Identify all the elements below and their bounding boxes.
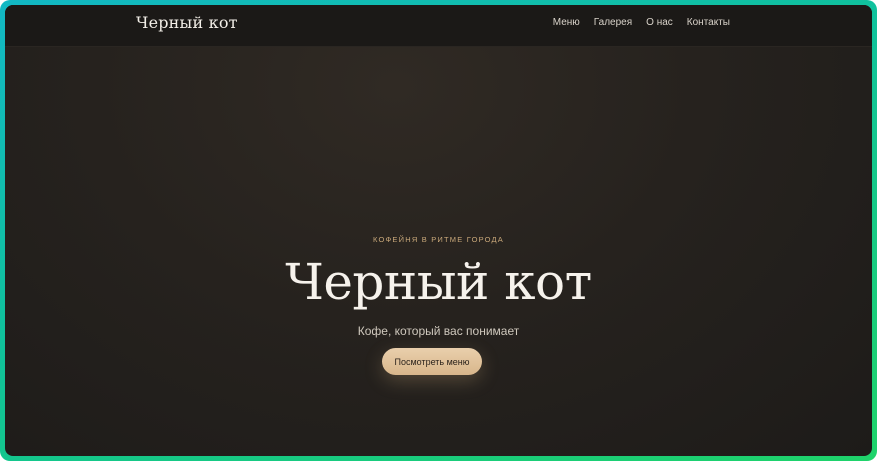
hero-title: Черный кот — [285, 253, 592, 311]
nav-links: Меню Галерея О нас Контакты — [553, 17, 730, 28]
hero-subtitle: Кофе, который вас понимает — [357, 324, 520, 338]
browser-viewport: Черный кот Меню Галерея О нас Контакты К… — [5, 5, 872, 456]
nav-link-menu[interactable]: Меню — [553, 17, 580, 28]
brand-logo[interactable]: Черный кот — [136, 13, 238, 32]
nav-link-gallery[interactable]: Галерея — [594, 17, 632, 28]
hero-eyebrow: КОФЕЙНЯ В РИТМЕ ГОРОДА — [373, 235, 504, 244]
view-menu-button[interactable]: Посмотреть меню — [382, 348, 482, 375]
top-navbar: Черный кот Меню Галерея О нас Контакты — [5, 5, 872, 47]
device-frame: Черный кот Меню Галерея О нас Контакты К… — [0, 0, 877, 461]
nav-link-contacts[interactable]: Контакты — [687, 17, 730, 28]
hero-section: КОФЕЙНЯ В РИТМЕ ГОРОДА Черный кот Кофе, … — [5, 46, 872, 456]
nav-link-about[interactable]: О нас — [646, 17, 673, 28]
